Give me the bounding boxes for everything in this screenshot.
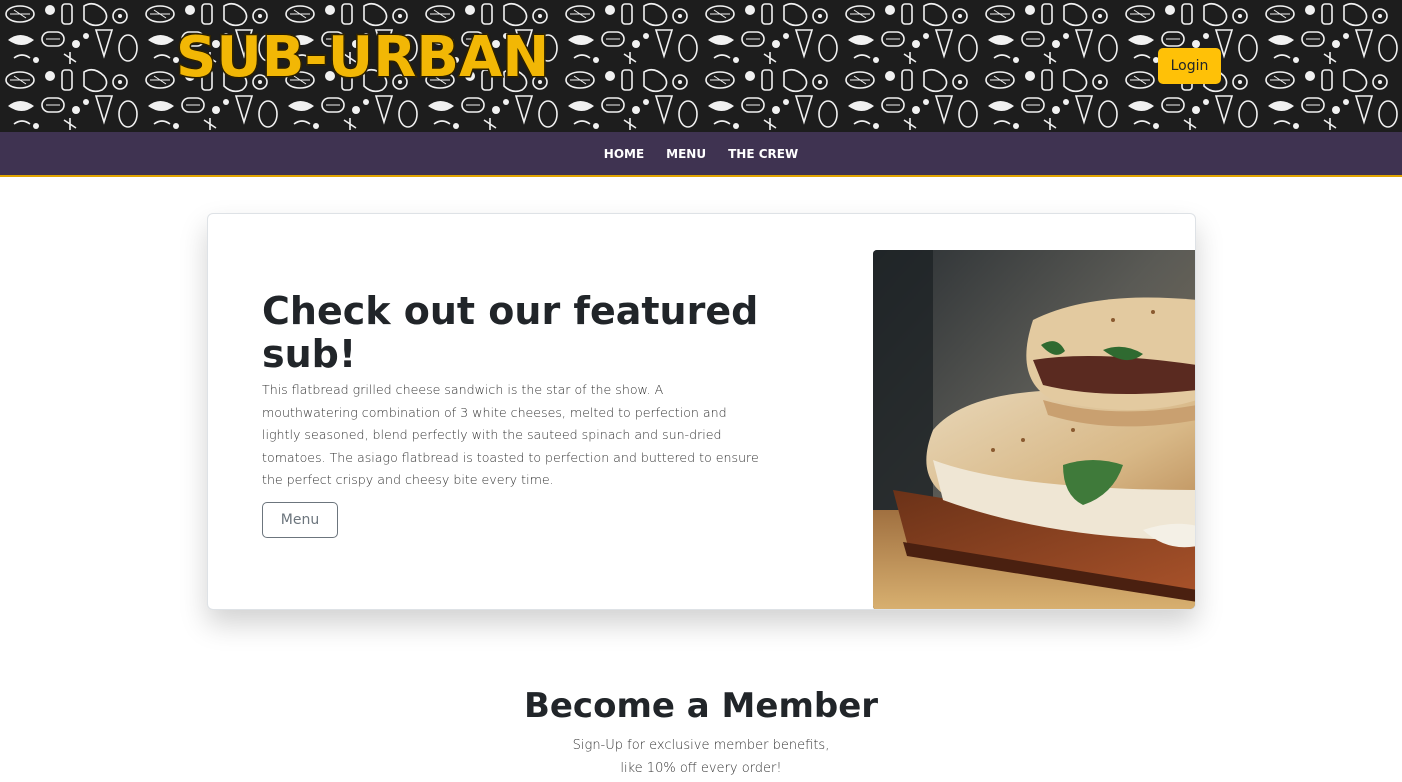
main-nav: HOME MENU THE CREW [0,132,1402,177]
login-button[interactable]: Login [1158,48,1221,84]
featured-sub-card: Check out our featured sub! This flatbre… [207,213,1196,610]
member-section-title: Become a Member [523,686,879,726]
member-description-line-2: like 10% off every order! [620,761,782,776]
nav-item-home[interactable]: HOME [604,147,644,161]
site-logo[interactable]: SUB-URBAN [174,28,550,87]
featured-sandwich-image [873,250,1195,609]
grilled-sandwich-photo [873,250,1195,609]
menu-button[interactable]: Menu [262,502,338,538]
nav-item-the-crew[interactable]: THE CREW [728,147,798,161]
featured-description: This flatbread grilled cheese sandwich i… [262,382,759,488]
nav-item-menu[interactable]: MENU [666,147,706,161]
member-description: Sign-Up for exclusive member benefits, l… [0,734,1402,780]
member-description-line-1: Sign-Up for exclusive member benefits, [572,738,830,753]
featured-title: Check out our featured sub! [262,289,759,376]
site-header: SUB-URBAN Login [0,0,1402,132]
